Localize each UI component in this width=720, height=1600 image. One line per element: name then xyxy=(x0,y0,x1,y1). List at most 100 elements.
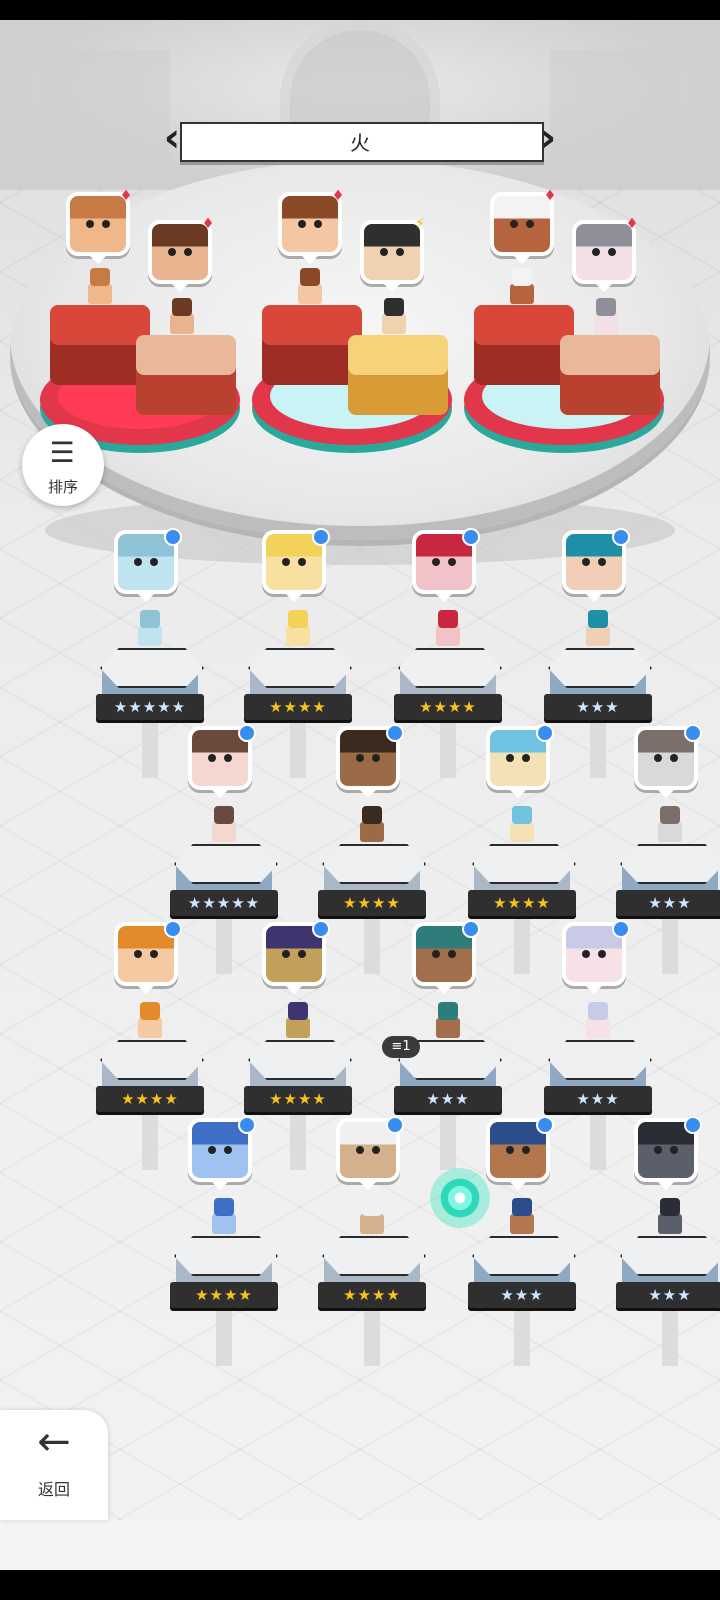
fire-element-icon: ♦ xyxy=(331,188,345,204)
portrait-eye xyxy=(208,1146,216,1154)
portrait-tail xyxy=(596,284,612,292)
hero-pedestal: ★★★ xyxy=(616,844,720,974)
pedestal-top xyxy=(50,305,150,345)
sprite-body xyxy=(298,284,322,304)
hero-sprite xyxy=(352,1198,392,1238)
portrait-face xyxy=(364,224,420,280)
element-dot-icon xyxy=(238,724,256,742)
star-rating: ★★★★ xyxy=(318,890,426,916)
sprite-head xyxy=(512,806,532,824)
hero-sprite xyxy=(428,1002,468,1042)
pedestal-pole xyxy=(590,1114,606,1170)
sprite-body xyxy=(382,314,406,334)
sprite-head xyxy=(512,268,532,286)
hero-count-value: 1 xyxy=(402,1039,411,1054)
lightning-element-icon: ⚡ xyxy=(415,216,425,232)
pedestal-top xyxy=(548,648,652,688)
sprite-body xyxy=(138,626,162,646)
portrait-tail xyxy=(384,284,400,292)
portrait-eye xyxy=(380,248,388,256)
team-pedestal xyxy=(262,305,362,395)
hero-pedestal: ★★★ xyxy=(544,1040,652,1170)
stack-icon: ≡ xyxy=(391,1039,403,1054)
sprite-head xyxy=(362,1198,382,1216)
portrait-eye xyxy=(670,754,678,762)
portrait-eye xyxy=(432,558,440,566)
element-dot-icon xyxy=(462,528,480,546)
portrait-eye xyxy=(184,248,192,256)
sprite-body xyxy=(170,314,194,334)
element-dot-icon xyxy=(612,528,630,546)
element-dot-icon xyxy=(386,724,404,742)
portrait-tail xyxy=(360,790,376,798)
star-rating: ★★★★ xyxy=(468,890,576,916)
portrait-eye xyxy=(654,1146,662,1154)
portrait-eye xyxy=(150,950,158,958)
pedestal-top xyxy=(322,844,426,884)
hero-sprite xyxy=(502,1198,542,1238)
pedestal-pole xyxy=(364,1310,380,1366)
star-rating: ★★★★★ xyxy=(170,890,278,916)
sprite-head xyxy=(288,1002,308,1020)
pedestal-top xyxy=(472,844,576,884)
sprite-body xyxy=(286,1018,310,1038)
portrait-eye xyxy=(298,950,306,958)
star-rating: ★★★ xyxy=(616,1282,720,1308)
portrait-tail xyxy=(586,594,602,602)
element-dot-icon xyxy=(462,920,480,938)
fire-element-icon: ♦ xyxy=(543,188,557,204)
glowing-orb[interactable] xyxy=(430,1168,490,1228)
hero-pedestal: ★★★ xyxy=(468,1236,576,1366)
hero-pedestal: ★★★★★ xyxy=(170,844,278,974)
bottom-strip xyxy=(0,1520,720,1570)
sprite-head xyxy=(140,610,160,628)
sprite-head xyxy=(214,806,234,824)
sort-button[interactable]: ☰ 排序 xyxy=(22,424,104,506)
sprite-head xyxy=(512,1198,532,1216)
hero-sprite xyxy=(204,806,244,846)
sprite-head xyxy=(140,1002,160,1020)
portrait-eye xyxy=(506,1146,514,1154)
star-rating: ★★★★ xyxy=(244,1086,352,1112)
element-dot-icon xyxy=(612,920,630,938)
portrait-eye xyxy=(608,248,616,256)
pedestal-pole xyxy=(514,918,530,974)
portrait-tail xyxy=(212,1182,228,1190)
sprite-body xyxy=(212,822,236,842)
hero-sprite xyxy=(352,806,392,846)
sprite-head xyxy=(596,298,616,316)
portrait-eye xyxy=(282,950,290,958)
portrait-eye xyxy=(356,1146,364,1154)
pedestal-pole xyxy=(290,1114,306,1170)
element-dot-icon xyxy=(536,1116,554,1134)
sprite-head xyxy=(660,806,680,824)
portrait-eye xyxy=(598,950,606,958)
sprite-head xyxy=(438,1002,458,1020)
star-rating: ★★★★★ xyxy=(96,694,204,720)
hero-sprite xyxy=(578,610,618,650)
pedestal-top xyxy=(472,1236,576,1276)
fire-element-icon: ♦ xyxy=(119,188,133,204)
portrait-tail xyxy=(286,594,302,602)
sprite-body xyxy=(658,1214,682,1234)
back-button[interactable]: ← 返回 xyxy=(0,1410,108,1520)
pedestal-top xyxy=(100,1040,204,1080)
pedestal-top xyxy=(174,1236,278,1276)
sprite-head xyxy=(90,268,110,286)
portrait-tail xyxy=(586,986,602,994)
arrow-left-icon: ← xyxy=(37,1419,71,1465)
pedestal-top xyxy=(100,648,204,688)
portrait-face xyxy=(576,224,632,280)
portrait-face xyxy=(282,196,338,252)
team-pedestal xyxy=(560,335,660,425)
pedestal-pole xyxy=(290,722,306,778)
element-dot-icon xyxy=(164,920,182,938)
status-bar xyxy=(0,0,720,20)
portrait-eye xyxy=(598,558,606,566)
hero-sprite xyxy=(290,268,330,308)
star-rating: ★★★★ xyxy=(318,1282,426,1308)
star-rating: ★★★ xyxy=(544,694,652,720)
portrait-eye xyxy=(396,248,404,256)
element-dot-icon xyxy=(312,920,330,938)
portrait-eye xyxy=(448,950,456,958)
